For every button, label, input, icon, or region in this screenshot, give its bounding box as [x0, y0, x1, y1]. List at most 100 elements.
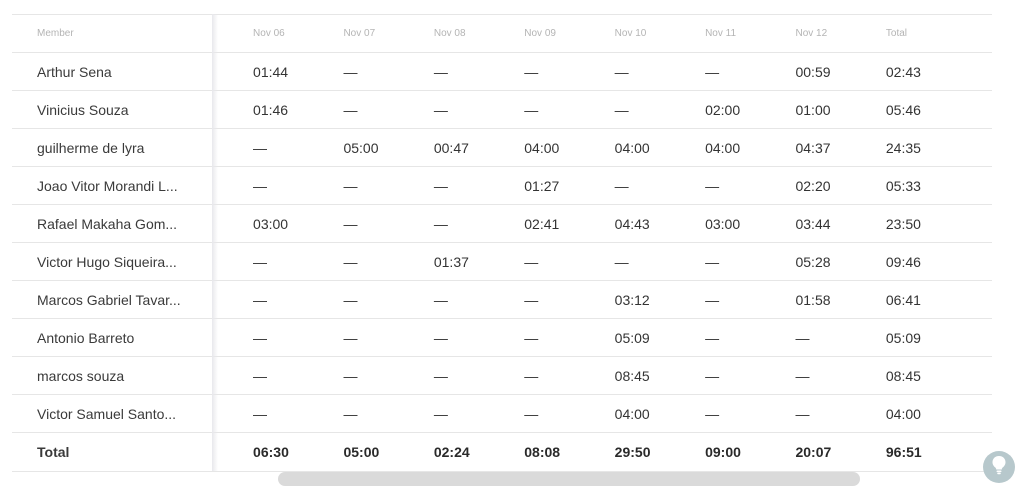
member-name[interactable]: Antonio Barreto [12, 318, 213, 357]
table-row[interactable]: Rafael Makaha Gom... 03:00— —02:41 04:43 03:… [12, 204, 992, 243]
day-hours-cell[interactable]: — [212, 280, 303, 319]
table-row[interactable]: Victor Samuel Santo... — — — —04:00— —04:00 [12, 394, 992, 433]
day-hours-cell[interactable]: — [573, 52, 665, 91]
day-hours-cell[interactable]: — [483, 318, 574, 357]
table-row[interactable]: Vinicius Souza 01:46— — — —02:00 01:00 05:46 [12, 90, 992, 129]
day-hours-cell[interactable]: — [392, 166, 484, 205]
day-hours-cell[interactable]: 01:27 [483, 166, 574, 205]
day-hours-cell[interactable]: 04:37 [754, 128, 845, 167]
day-hours-cell[interactable]: 01:37 [392, 242, 484, 281]
day-hours-cell[interactable]: — [664, 356, 755, 395]
member-name[interactable]: Marcos Gabriel Tavar... [12, 280, 213, 319]
day-hours-cell[interactable]: — [392, 280, 484, 319]
day-hours-cell[interactable]: — [302, 166, 393, 205]
table-row[interactable]: Arthur Sena 01:44— — — — —00:59 02:43 [12, 52, 992, 91]
table-row[interactable]: Victor Hugo Siqueira... — —01:37— — —05:28 09… [12, 242, 992, 281]
day-hours-cell[interactable]: — [302, 52, 393, 91]
day-hours-cell[interactable]: — [212, 166, 303, 205]
day-hours-cell[interactable]: 04:00 [483, 128, 574, 167]
table-row[interactable]: Antonio Barreto — — — —05:09— —05:09 [12, 318, 992, 357]
day-hours-cell[interactable]: — [392, 318, 484, 357]
column-header-day[interactable]: Nov 12 [754, 14, 845, 53]
help-button[interactable] [983, 451, 1015, 483]
day-hours-cell[interactable]: — [302, 204, 393, 243]
day-hours-cell[interactable]: 04:00 [664, 128, 755, 167]
day-hours-cell[interactable]: — [573, 166, 665, 205]
table-row[interactable]: marcos souza — — — —08:45— —08:45 [12, 356, 992, 395]
horizontal-scrollbar[interactable] [278, 472, 860, 486]
day-hours-cell[interactable]: — [664, 52, 755, 91]
day-hours-cell[interactable]: 08:45 [573, 356, 665, 395]
day-hours-cell[interactable]: — [483, 280, 574, 319]
day-hours-cell[interactable]: — [392, 356, 484, 395]
day-hours-cell[interactable]: — [302, 356, 393, 395]
member-name[interactable]: Arthur Sena [12, 52, 213, 91]
day-hours-cell[interactable]: — [212, 242, 303, 281]
day-hours-cell[interactable]: — [212, 318, 303, 357]
day-hours-cell[interactable]: 00:59 [754, 52, 845, 91]
day-hours-cell[interactable]: — [664, 280, 755, 319]
day-hours-cell[interactable]: — [664, 242, 755, 281]
day-hours-cell[interactable]: 02:41 [483, 204, 574, 243]
day-hours-cell[interactable]: — [754, 318, 845, 357]
column-header-day[interactable]: Nov 10 [573, 14, 665, 53]
day-hours-cell[interactable]: 03:00 [664, 204, 755, 243]
day-hours-cell[interactable]: — [212, 394, 303, 433]
day-hours-cell[interactable]: — [754, 356, 845, 395]
column-header-day[interactable]: Nov 06 [212, 14, 303, 53]
day-hours-cell[interactable]: — [302, 280, 393, 319]
day-hours-cell[interactable]: — [664, 394, 755, 433]
day-hours-cell[interactable]: — [212, 128, 303, 167]
day-hours-cell[interactable]: — [573, 242, 665, 281]
day-hours-cell[interactable]: — [302, 242, 393, 281]
day-hours-cell[interactable]: — [483, 242, 574, 281]
column-header-day[interactable]: Nov 09 [483, 14, 574, 53]
day-hours-cell[interactable]: — [754, 394, 845, 433]
member-name[interactable]: Joao Vitor Morandi L... [12, 166, 213, 205]
day-hours-cell[interactable]: — [392, 394, 484, 433]
day-hours-cell[interactable]: 04:00 [573, 128, 665, 167]
day-hours-cell[interactable]: 01:00 [754, 90, 845, 129]
day-hours-cell[interactable]: 01:46 [212, 90, 303, 129]
table-row[interactable]: guilherme de lyra —05:00 00:47 04:00 04:00 04… [12, 128, 992, 167]
column-header-member[interactable]: Member [12, 14, 213, 53]
day-hours-cell[interactable]: 03:44 [754, 204, 845, 243]
day-hours-cell[interactable]: — [483, 52, 574, 91]
day-hours-cell[interactable]: — [392, 52, 484, 91]
member-name[interactable]: Victor Hugo Siqueira... [12, 242, 213, 281]
column-header-day[interactable]: Nov 11 [664, 14, 755, 53]
column-header-total[interactable]: Total [844, 14, 992, 53]
day-hours-cell[interactable]: 05:28 [754, 242, 845, 281]
table-row[interactable]: Marcos Gabriel Tavar... — — — —03:12—01:58 06… [12, 280, 992, 319]
member-name[interactable]: marcos souza [12, 356, 213, 395]
day-hours-cell[interactable]: 04:43 [573, 204, 665, 243]
day-hours-cell[interactable]: 04:00 [573, 394, 665, 433]
day-hours-cell[interactable]: 03:00 [212, 204, 303, 243]
member-name[interactable]: guilherme de lyra [12, 128, 213, 167]
day-hours-cell[interactable]: 05:00 [302, 128, 393, 167]
day-hours-cell[interactable]: — [302, 318, 393, 357]
day-hours-cell[interactable]: 01:44 [212, 52, 303, 91]
day-hours-cell[interactable]: 03:12 [573, 280, 665, 319]
day-hours-cell[interactable]: 02:00 [664, 90, 755, 129]
day-hours-cell[interactable]: — [392, 204, 484, 243]
day-hours-cell[interactable]: — [392, 90, 484, 129]
member-name[interactable]: Rafael Makaha Gom... [12, 204, 213, 243]
day-hours-cell[interactable]: — [483, 356, 574, 395]
member-name[interactable]: Vinicius Souza [12, 90, 213, 129]
day-hours-cell[interactable]: — [212, 356, 303, 395]
day-hours-cell[interactable]: — [483, 90, 574, 129]
day-hours-cell[interactable]: — [664, 318, 755, 357]
day-hours-cell[interactable]: 02:20 [754, 166, 845, 205]
day-hours-cell[interactable]: — [573, 90, 665, 129]
day-hours-cell[interactable]: 00:47 [392, 128, 484, 167]
column-header-day[interactable]: Nov 08 [392, 14, 484, 53]
member-name[interactable]: Victor Samuel Santo... [12, 394, 213, 433]
column-header-day[interactable]: Nov 07 [302, 14, 393, 53]
day-hours-cell[interactable]: 05:09 [573, 318, 665, 357]
day-hours-cell[interactable]: — [664, 166, 755, 205]
day-hours-cell[interactable]: — [302, 90, 393, 129]
table-row[interactable]: Joao Vitor Morandi L... — — —01:27— —02:20 05… [12, 166, 992, 205]
day-hours-cell[interactable]: 01:58 [754, 280, 845, 319]
day-hours-cell[interactable]: — [302, 394, 393, 433]
